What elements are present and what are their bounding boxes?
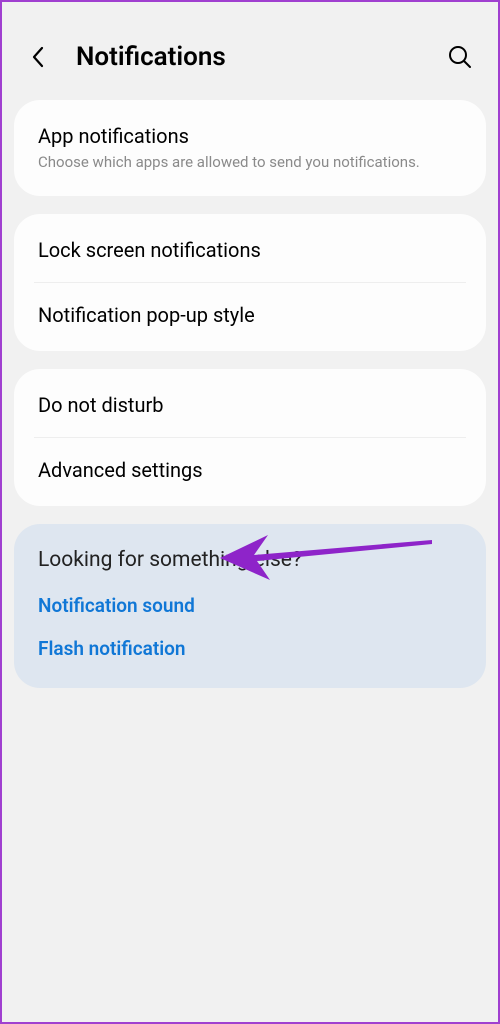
back-button[interactable] xyxy=(26,45,50,69)
card-display-options: Lock screen notifications Notification p… xyxy=(14,214,486,351)
card-looking-for: Looking for something else? Notification… xyxy=(14,524,486,688)
card-app-notifications: App notifications Choose which apps are … xyxy=(14,100,486,196)
card-dnd-advanced: Do not disturb Advanced settings xyxy=(14,369,486,506)
link-notification-sound[interactable]: Notification sound xyxy=(38,594,462,617)
item-title: App notifications xyxy=(38,124,462,148)
item-do-not-disturb[interactable]: Do not disturb xyxy=(14,373,486,437)
item-desc: Choose which apps are allowed to send yo… xyxy=(38,152,462,172)
item-app-notifications[interactable]: App notifications Choose which apps are … xyxy=(14,104,486,192)
item-title: Notification pop-up style xyxy=(38,303,462,327)
item-popup-style[interactable]: Notification pop-up style xyxy=(14,283,486,347)
item-lock-screen-notifications[interactable]: Lock screen notifications xyxy=(14,218,486,282)
page-title: Notifications xyxy=(76,42,446,72)
item-advanced-settings[interactable]: Advanced settings xyxy=(14,438,486,502)
item-title: Lock screen notifications xyxy=(38,238,462,262)
search-button[interactable] xyxy=(446,43,474,71)
link-flash-notification[interactable]: Flash notification xyxy=(38,637,462,660)
search-icon xyxy=(447,44,473,70)
chevron-left-icon xyxy=(30,45,46,69)
item-title: Advanced settings xyxy=(38,458,462,482)
item-title: Do not disturb xyxy=(38,393,462,417)
looking-title: Looking for something else? xyxy=(38,548,462,572)
